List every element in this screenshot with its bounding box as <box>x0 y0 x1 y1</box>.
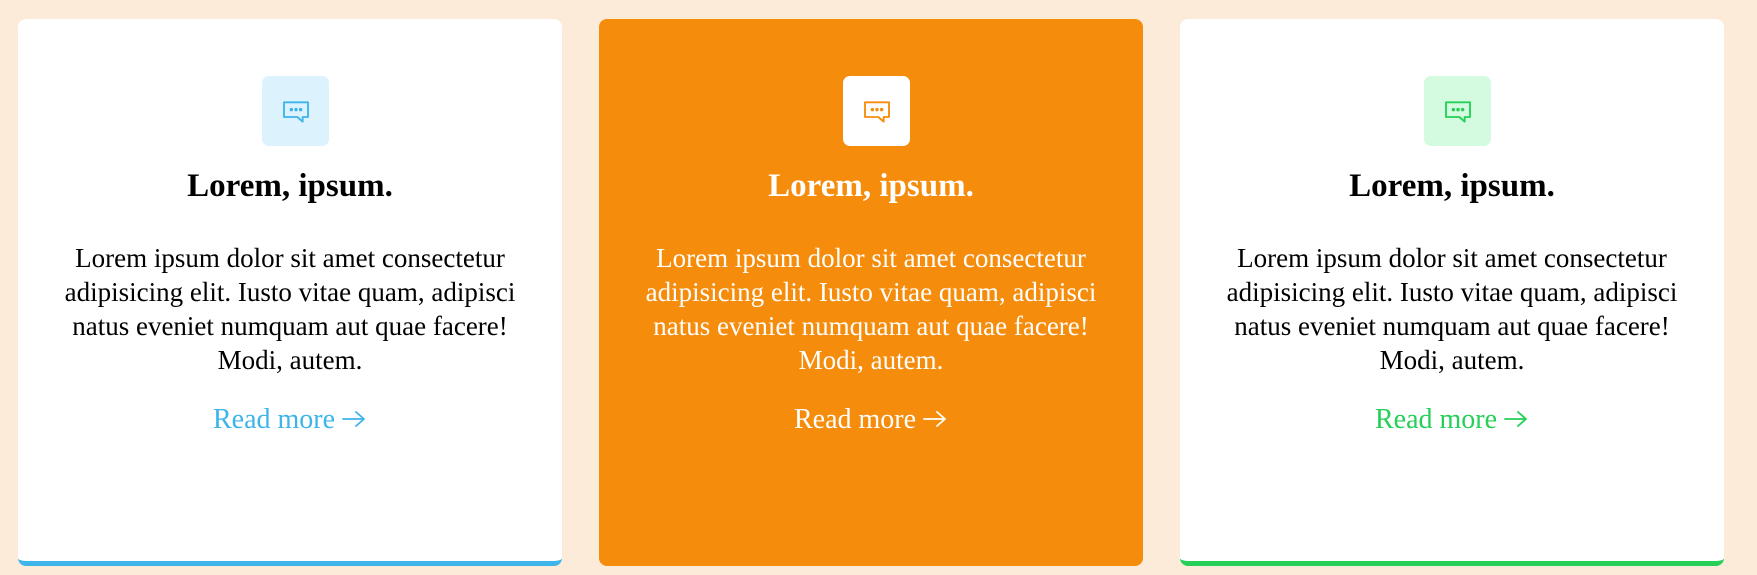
arrow-right-icon <box>342 411 365 427</box>
feature-card-2: Lorem, ipsum. Lorem ipsum dolor sit amet… <box>599 19 1143 566</box>
card-list: Lorem, ipsum. Lorem ipsum dolor sit amet… <box>0 0 1757 575</box>
read-more-label: Read more <box>793 404 917 435</box>
feature-card-1: Lorem, ipsum. Lorem ipsum dolor sit amet… <box>18 19 562 566</box>
card-icon-box <box>262 76 329 146</box>
read-more-link[interactable]: Read more <box>18 403 562 437</box>
read-more-label: Read more <box>212 404 336 435</box>
card-title: Lorem, ipsum. <box>768 168 974 204</box>
arrow-right-icon <box>1504 411 1527 427</box>
read-more-label: Read more <box>1374 404 1498 435</box>
feature-card-3: Lorem, ipsum. Lorem ipsum dolor sit amet… <box>1180 19 1724 566</box>
card-icon-box <box>843 76 910 146</box>
card-title: Lorem, ipsum. <box>187 168 393 204</box>
card-description: Lorem ipsum dolor sit amet consectetur a… <box>645 243 1097 375</box>
read-more-link[interactable]: Read more <box>599 403 1143 437</box>
read-more-link[interactable]: Read more <box>1180 403 1724 437</box>
chat-bubble-icon <box>1444 101 1471 123</box>
arrow-right-icon <box>923 411 946 427</box>
card-icon-box <box>1424 76 1491 146</box>
chat-bubble-icon <box>282 101 309 123</box>
card-title: Lorem, ipsum. <box>1349 168 1555 204</box>
chat-bubble-icon <box>863 101 890 123</box>
card-description: Lorem ipsum dolor sit amet consectetur a… <box>1226 243 1678 375</box>
card-description: Lorem ipsum dolor sit amet consectetur a… <box>64 243 516 375</box>
